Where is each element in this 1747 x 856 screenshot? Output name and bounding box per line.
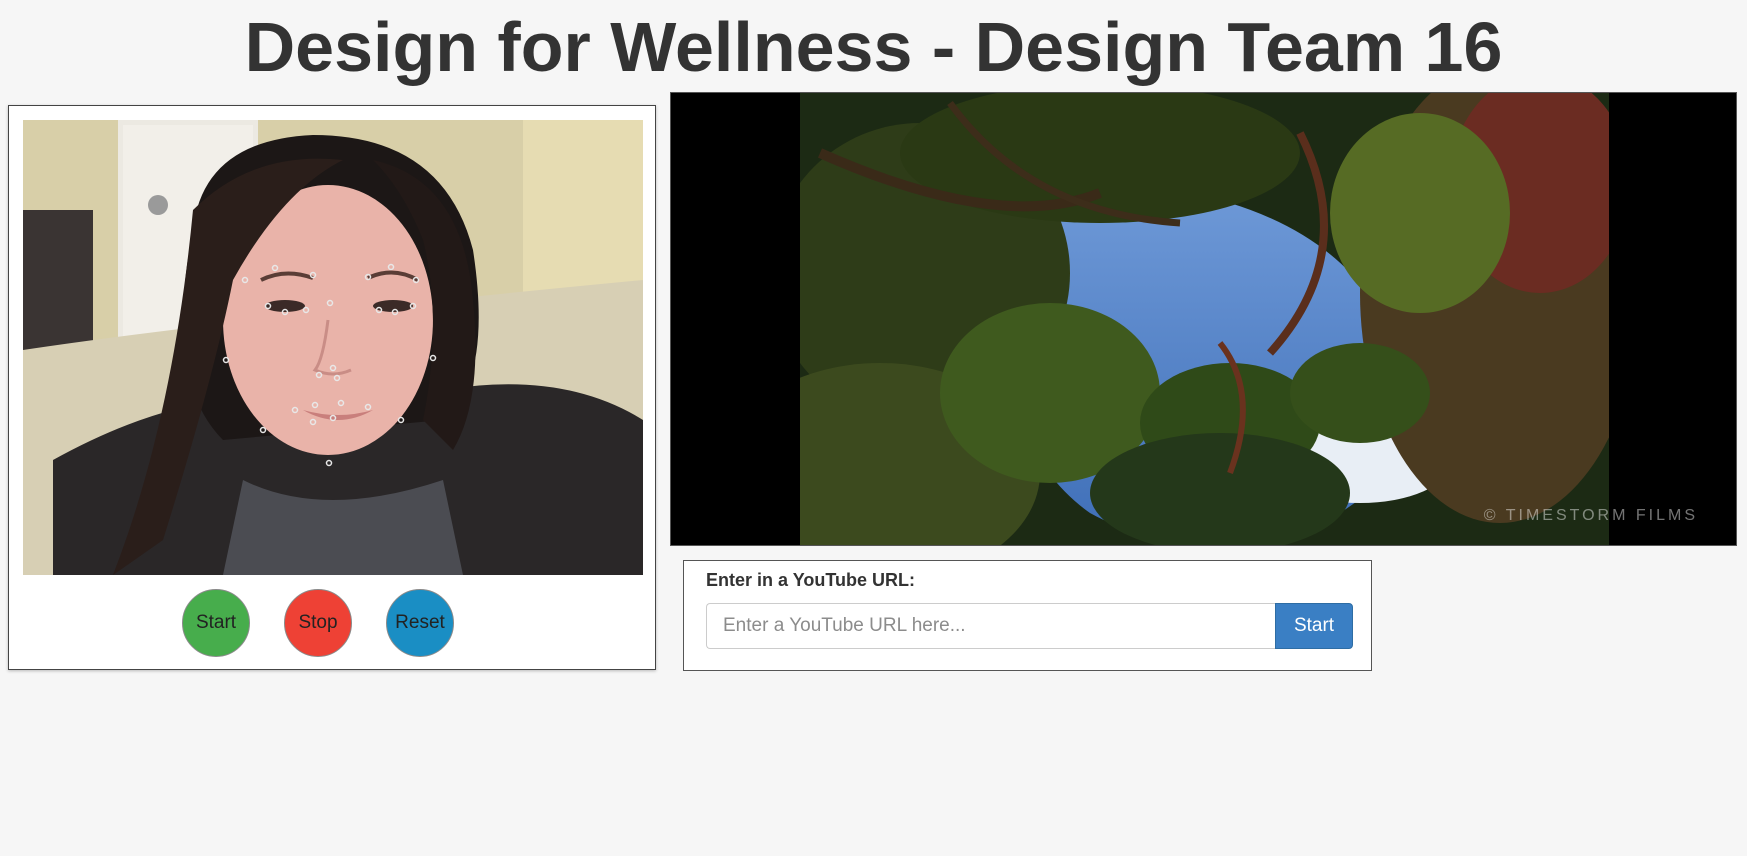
webcam-panel: Start Stop Reset	[8, 105, 656, 670]
video-image	[800, 93, 1609, 545]
youtube-url-input[interactable]	[706, 603, 1276, 649]
video-player[interactable]: © TIMESTORM FILMS	[670, 92, 1737, 546]
youtube-url-panel: Enter in a YouTube URL: Start	[683, 560, 1372, 671]
start-button[interactable]: Start	[182, 589, 250, 657]
webcam-feed	[23, 120, 643, 575]
webcam-image	[23, 120, 643, 575]
youtube-start-button[interactable]: Start	[1275, 603, 1353, 649]
webcam-controls: Start Stop Reset	[9, 589, 655, 659]
video-frame[interactable]	[800, 93, 1609, 545]
page-title: Design for Wellness - Design Team 16	[244, 8, 1503, 86]
youtube-url-label: Enter in a YouTube URL:	[706, 570, 916, 590]
video-watermark: © TIMESTORM FILMS	[1483, 507, 1698, 524]
reset-button[interactable]: Reset	[386, 589, 454, 657]
stop-button[interactable]: Stop	[284, 589, 352, 657]
